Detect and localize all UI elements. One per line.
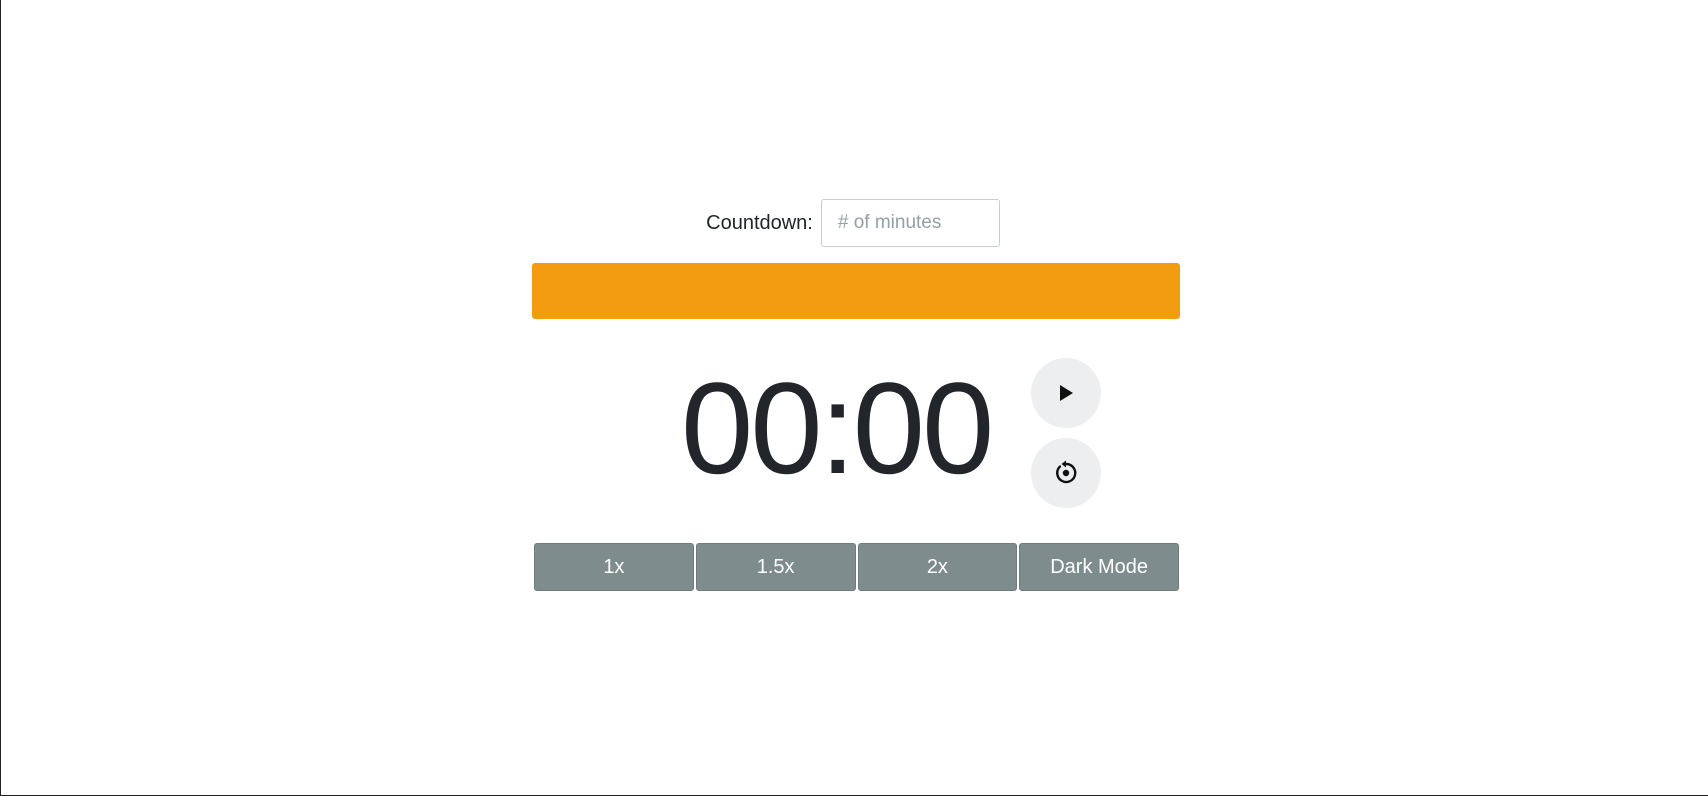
countdown-label: Countdown: bbox=[706, 211, 813, 234]
time-display: 00:00 bbox=[681, 355, 994, 501]
timer-page: Countdown: 00:00 1x 1.5x 2x Dark Mode bbox=[0, 0, 1708, 796]
minutes-input[interactable] bbox=[820, 199, 1000, 247]
play-icon bbox=[1060, 385, 1073, 401]
dark-mode-button[interactable]: Dark Mode bbox=[1019, 543, 1179, 591]
countdown-row: Countdown: bbox=[1, 199, 1708, 247]
play-button[interactable] bbox=[1031, 358, 1101, 428]
progress-bar bbox=[532, 263, 1180, 319]
speed-2x-button[interactable]: 2x bbox=[857, 543, 1018, 591]
reset-icon bbox=[1056, 460, 1077, 484]
speed-1-5x-button[interactable]: 1.5x bbox=[695, 543, 856, 591]
speed-1x-button[interactable]: 1x bbox=[534, 543, 694, 591]
progress-bar-fill bbox=[532, 263, 1180, 319]
reset-button[interactable] bbox=[1031, 438, 1101, 508]
speed-button-row: 1x 1.5x 2x Dark Mode bbox=[534, 543, 1179, 591]
